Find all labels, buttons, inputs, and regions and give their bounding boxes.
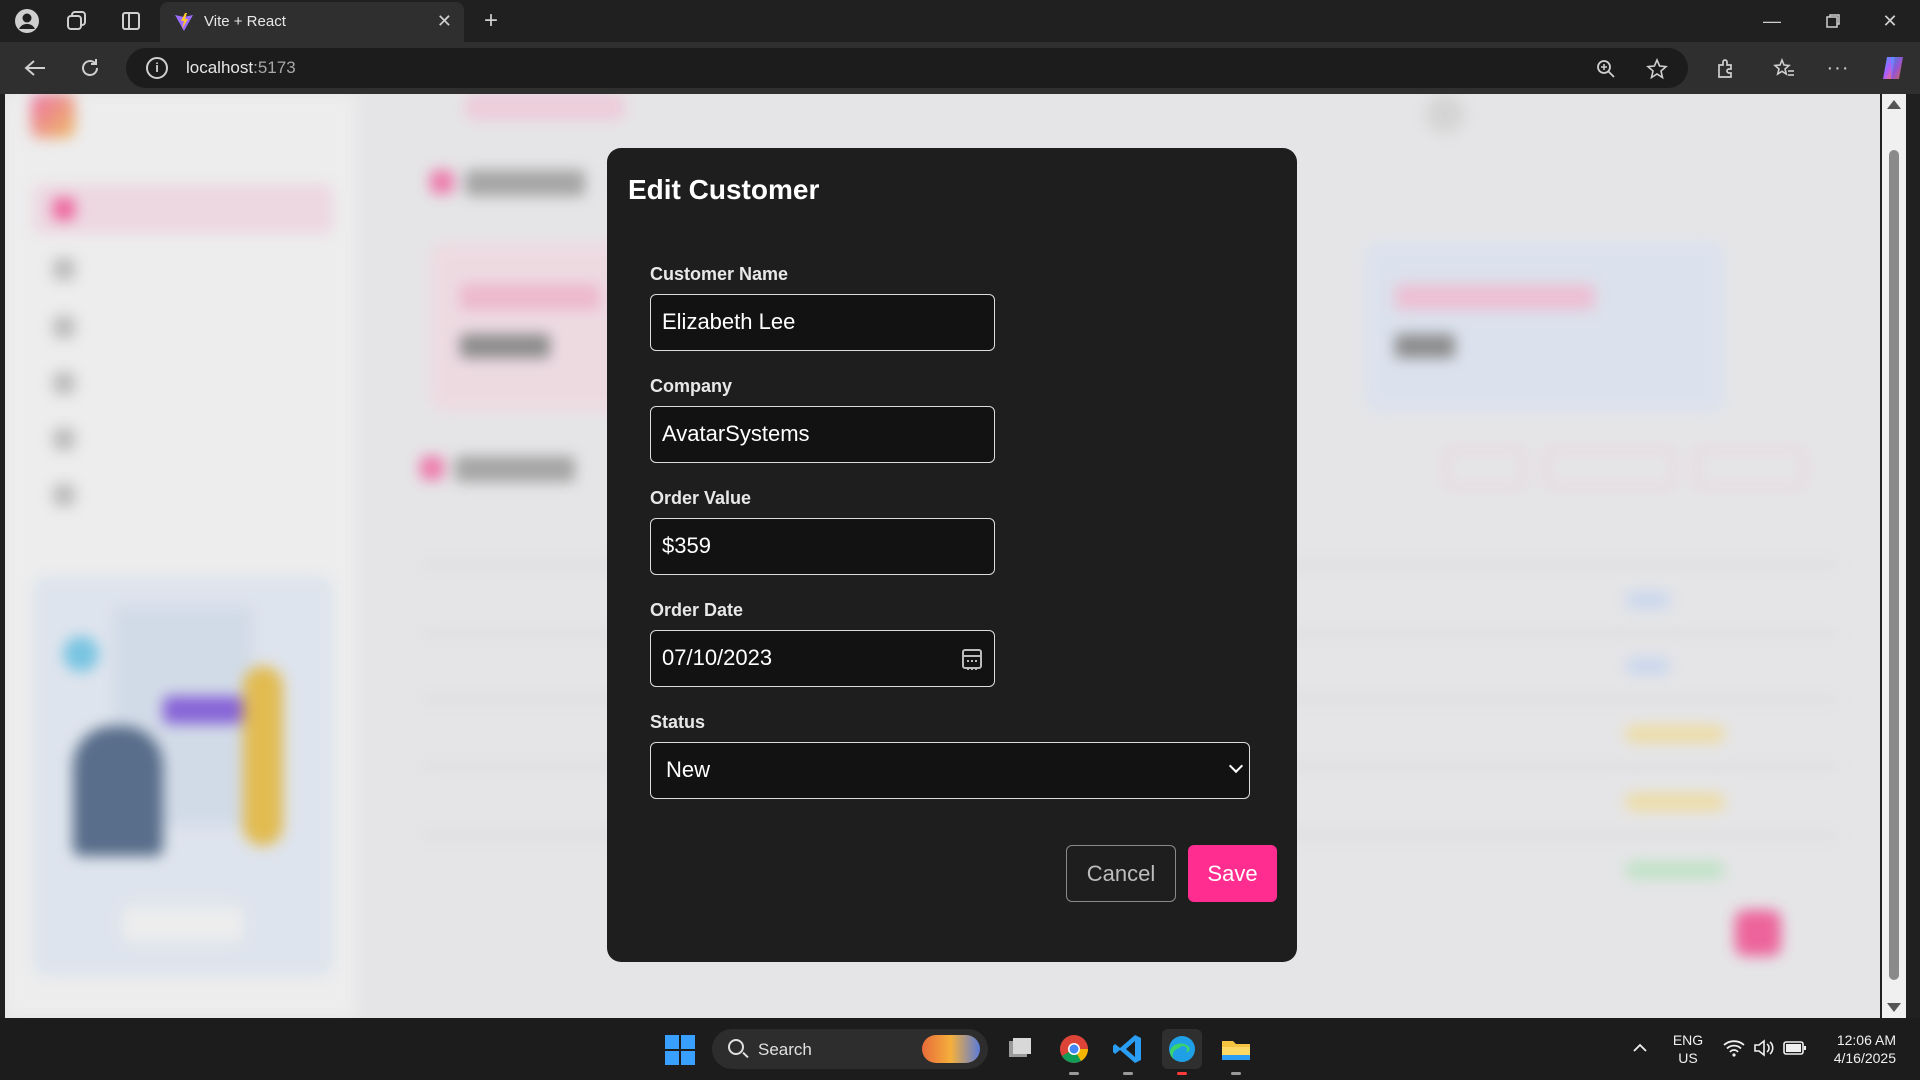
customer-name-input[interactable]: Elizabeth Lee [650, 294, 995, 351]
scrollbar-thumb[interactable] [1889, 150, 1899, 980]
chevron-down-icon [1228, 758, 1244, 774]
clock-time: 12:06 AM [1836, 1032, 1896, 1048]
language-code: ENG [1672, 1032, 1704, 1048]
refresh-icon[interactable] [76, 54, 104, 82]
edit-customer-modal: Edit Customer Customer Name Elizabeth Le… [607, 148, 1297, 962]
company-input[interactable]: AvatarSystems [650, 406, 995, 463]
task-view-icon[interactable] [1000, 1029, 1040, 1069]
wifi-icon[interactable] [1722, 1036, 1746, 1060]
order-date-input[interactable]: 07/10/2023 [650, 630, 995, 687]
browser-toolbar: i localhost:5173 ··· [0, 42, 1920, 94]
order-value-label: Order Value [650, 488, 752, 508]
close-window-icon[interactable]: ✕ [1870, 8, 1910, 34]
close-tab-icon[interactable]: ✕ [437, 11, 452, 32]
status-select[interactable]: New [650, 742, 1250, 799]
order-value-input[interactable]: $359 [650, 518, 995, 575]
taskbar-search[interactable]: Search [712, 1029, 988, 1069]
chrome-app-icon[interactable] [1054, 1029, 1094, 1075]
copilot-icon[interactable] [1877, 52, 1909, 84]
restore-icon[interactable] [1813, 8, 1853, 34]
volume-icon[interactable] [1752, 1036, 1776, 1060]
order-date-label: Order Date [650, 600, 744, 620]
taskbar-search-label: Search [758, 1040, 812, 1059]
customer-name-label: Customer Name [650, 264, 789, 284]
vscode-app-icon[interactable] [1108, 1029, 1148, 1075]
browser-tab[interactable]: Vite + React ✕ [160, 2, 464, 42]
site-info-icon[interactable]: i [146, 57, 168, 79]
status-selected-value: New [666, 757, 711, 782]
edge-app-icon[interactable] [1162, 1029, 1202, 1075]
search-highlight-icon [922, 1035, 980, 1063]
extensions-icon[interactable] [1712, 54, 1740, 82]
modal-title: Edit Customer [628, 174, 820, 205]
workspaces-icon[interactable] [64, 8, 90, 34]
status-label: Status [650, 712, 706, 732]
file-explorer-icon[interactable] [1216, 1029, 1256, 1075]
cancel-button[interactable]: Cancel [1066, 845, 1176, 902]
vite-favicon-icon [174, 12, 194, 37]
address-bar[interactable]: i localhost:5173 [126, 48, 1688, 88]
more-options-icon[interactable]: ··· [1824, 54, 1852, 82]
page-scrollbar[interactable] [1882, 94, 1906, 1018]
battery-icon[interactable] [1782, 1036, 1808, 1060]
calendar-icon[interactable] [962, 649, 982, 670]
order-date-value: 07/10/2023 [662, 645, 773, 670]
search-icon [728, 1039, 744, 1055]
url-text: localhost:5173 [186, 58, 296, 77]
clock-date: 4/16/2025 [1833, 1050, 1896, 1066]
show-hidden-icons-chevron-up-icon[interactable] [1630, 1038, 1650, 1058]
new-tab-icon[interactable]: + [478, 7, 504, 34]
back-icon[interactable] [20, 54, 50, 82]
profile-icon[interactable] [12, 6, 42, 36]
clock[interactable]: 12:06 AM 4/16/2025 [1818, 1031, 1918, 1067]
minimize-icon[interactable]: — [1752, 8, 1792, 34]
zoom-icon[interactable] [1594, 57, 1618, 81]
scroll-down-icon[interactable] [1887, 1003, 1901, 1012]
browser-tab-bar: Vite + React ✕ + — ✕ [0, 0, 1920, 42]
favorites-icon[interactable] [1770, 54, 1798, 82]
vertical-tabs-icon[interactable] [118, 8, 144, 34]
save-button[interactable]: Save [1188, 845, 1277, 902]
company-label: Company [650, 376, 733, 396]
windows-start-icon[interactable] [665, 1035, 695, 1065]
scroll-up-icon[interactable] [1887, 100, 1901, 109]
tab-title: Vite + React [204, 13, 286, 30]
page-viewport: Edit Customer Customer Name Elizabeth Le… [5, 94, 1880, 1018]
favorite-star-icon[interactable] [1644, 56, 1670, 82]
region-code: US [1678, 1050, 1698, 1066]
windows-taskbar: Search ENG US 12:06 AM 4/16/2025 [0, 1018, 1920, 1080]
language-indicator[interactable]: ENG US [1666, 1031, 1710, 1067]
